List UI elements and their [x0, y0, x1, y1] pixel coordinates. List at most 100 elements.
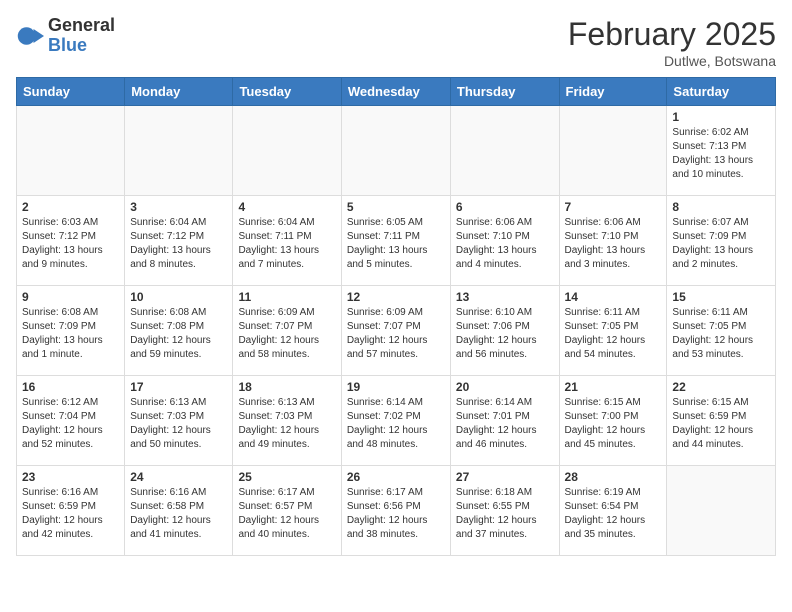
day-info: Sunrise: 6:13 AM Sunset: 7:03 PM Dayligh…: [238, 396, 335, 452]
calendar-table: SundayMondayTuesdayWednesdayThursdayFrid…: [16, 77, 776, 556]
page-header: General Blue February 2025 Dutlwe, Botsw…: [16, 16, 776, 69]
day-info: Sunrise: 6:11 AM Sunset: 7:05 PM Dayligh…: [565, 306, 662, 362]
day-number: 25: [238, 470, 335, 484]
calendar-cell: [341, 106, 450, 196]
day-info: Sunrise: 6:14 AM Sunset: 7:02 PM Dayligh…: [347, 396, 445, 452]
day-number: 12: [347, 290, 445, 304]
calendar-cell: 15Sunrise: 6:11 AM Sunset: 7:05 PM Dayli…: [667, 286, 776, 376]
day-of-week-header: Wednesday: [341, 78, 450, 106]
calendar-header-row: SundayMondayTuesdayWednesdayThursdayFrid…: [17, 78, 776, 106]
day-number: 27: [456, 470, 554, 484]
calendar-cell: 8 Sunrise: 6:07 AM Sunset: 7:09 PM Daylig…: [667, 196, 776, 286]
day-number: 2: [22, 200, 119, 214]
day-number: 4: [238, 200, 335, 214]
calendar-cell: 17 Sunrise: 6:13 AM Sunset: 7:03 PM Dayli…: [125, 376, 233, 466]
calendar-cell: 7 Sunrise: 6:06 AM Sunset: 7:10 PM Daylig…: [559, 196, 667, 286]
day-info: Sunrise: 6:03 AM Sunset: 7:12 PM Dayligh…: [22, 216, 119, 272]
day-of-week-header: Friday: [559, 78, 667, 106]
day-number: 3: [130, 200, 227, 214]
day-info: Sunrise: 6:13 AM Sunset: 7:03 PM Dayligh…: [130, 396, 227, 452]
day-of-week-header: Saturday: [667, 78, 776, 106]
day-number: 5: [347, 200, 445, 214]
calendar-cell: 18 Sunrise: 6:13 AM Sunset: 7:03 PM Dayli…: [233, 376, 341, 466]
calendar-cell: 9 Sunrise: 6:08 AM Sunset: 7:09 PM Daylig…: [17, 286, 125, 376]
day-number: 8: [672, 200, 770, 214]
day-info: Sunrise: 6:19 AM Sunset: 6:54 PM Dayligh…: [565, 486, 662, 542]
calendar-cell: [450, 106, 559, 196]
calendar-cell: 12Sunrise: 6:09 AM Sunset: 7:07 PM Dayli…: [341, 286, 450, 376]
day-number: 18: [238, 380, 335, 394]
calendar-cell: [559, 106, 667, 196]
day-number: 15: [672, 290, 770, 304]
logo-icon: [16, 22, 44, 50]
day-info: Sunrise: 6:04 AM Sunset: 7:11 PM Dayligh…: [238, 216, 335, 272]
day-number: 20: [456, 380, 554, 394]
day-info: Sunrise: 6:15 AM Sunset: 7:00 PM Dayligh…: [565, 396, 662, 452]
calendar-cell: 19 Sunrise: 6:14 AM Sunset: 7:02 PM Dayli…: [341, 376, 450, 466]
day-of-week-header: Sunday: [17, 78, 125, 106]
month-title: February 2025: [568, 16, 776, 53]
calendar-cell: [125, 106, 233, 196]
day-number: 19: [347, 380, 445, 394]
day-number: 6: [456, 200, 554, 214]
calendar-cell: [667, 466, 776, 556]
day-info: Sunrise: 6:17 AM Sunset: 6:56 PM Dayligh…: [347, 486, 445, 542]
day-info: Sunrise: 6:18 AM Sunset: 6:55 PM Dayligh…: [456, 486, 554, 542]
day-info: Sunrise: 6:14 AM Sunset: 7:01 PM Dayligh…: [456, 396, 554, 452]
day-number: 9: [22, 290, 119, 304]
day-info: Sunrise: 6:08 AM Sunset: 7:09 PM Dayligh…: [22, 306, 119, 362]
day-number: 7: [565, 200, 662, 214]
day-info: Sunrise: 6:12 AM Sunset: 7:04 PM Dayligh…: [22, 396, 119, 452]
day-number: 24: [130, 470, 227, 484]
day-number: 23: [22, 470, 119, 484]
day-info: Sunrise: 6:16 AM Sunset: 6:58 PM Dayligh…: [130, 486, 227, 542]
calendar-cell: 13 Sunrise: 6:10 AM Sunset: 7:06 PM Dayli…: [450, 286, 559, 376]
day-number: 11: [238, 290, 335, 304]
calendar-week-row: 1Sunrise: 6:02 AM Sunset: 7:13 PM Daylig…: [17, 106, 776, 196]
calendar-cell: 20 Sunrise: 6:14 AM Sunset: 7:01 PM Dayli…: [450, 376, 559, 466]
day-info: Sunrise: 6:17 AM Sunset: 6:57 PM Dayligh…: [238, 486, 335, 542]
calendar-cell: 28 Sunrise: 6:19 AM Sunset: 6:54 PM Dayli…: [559, 466, 667, 556]
day-number: 17: [130, 380, 227, 394]
day-of-week-header: Monday: [125, 78, 233, 106]
day-number: 28: [565, 470, 662, 484]
calendar-cell: 14 Sunrise: 6:11 AM Sunset: 7:05 PM Dayli…: [559, 286, 667, 376]
day-info: Sunrise: 6:04 AM Sunset: 7:12 PM Dayligh…: [130, 216, 227, 272]
calendar-cell: 16 Sunrise: 6:12 AM Sunset: 7:04 PM Dayli…: [17, 376, 125, 466]
calendar-cell: [233, 106, 341, 196]
calendar-cell: 21Sunrise: 6:15 AM Sunset: 7:00 PM Dayli…: [559, 376, 667, 466]
calendar-cell: 26 Sunrise: 6:17 AM Sunset: 6:56 PM Dayli…: [341, 466, 450, 556]
day-info: Sunrise: 6:05 AM Sunset: 7:11 PM Dayligh…: [347, 216, 445, 272]
calendar-cell: 2 Sunrise: 6:03 AM Sunset: 7:12 PM Daylig…: [17, 196, 125, 286]
calendar-cell: 11 Sunrise: 6:09 AM Sunset: 7:07 PM Dayli…: [233, 286, 341, 376]
day-info: Sunrise: 6:06 AM Sunset: 7:10 PM Dayligh…: [456, 216, 554, 272]
day-number: 16: [22, 380, 119, 394]
day-number: 10: [130, 290, 227, 304]
logo-text: General Blue: [48, 16, 115, 56]
day-number: 26: [347, 470, 445, 484]
calendar-cell: 3 Sunrise: 6:04 AM Sunset: 7:12 PM Daylig…: [125, 196, 233, 286]
day-info: Sunrise: 6:15 AM Sunset: 6:59 PM Dayligh…: [672, 396, 770, 452]
calendar-cell: 22Sunrise: 6:15 AM Sunset: 6:59 PM Dayli…: [667, 376, 776, 466]
day-number: 13: [456, 290, 554, 304]
logo: General Blue: [16, 16, 115, 56]
location: Dutlwe, Botswana: [568, 53, 776, 69]
day-info: Sunrise: 6:06 AM Sunset: 7:10 PM Dayligh…: [565, 216, 662, 272]
logo-blue: Blue: [48, 36, 115, 56]
day-info: Sunrise: 6:09 AM Sunset: 7:07 PM Dayligh…: [238, 306, 335, 362]
calendar-week-row: 9 Sunrise: 6:08 AM Sunset: 7:09 PM Daylig…: [17, 286, 776, 376]
calendar-cell: 1Sunrise: 6:02 AM Sunset: 7:13 PM Daylig…: [667, 106, 776, 196]
calendar-cell: 23Sunrise: 6:16 AM Sunset: 6:59 PM Dayli…: [17, 466, 125, 556]
day-info: Sunrise: 6:10 AM Sunset: 7:06 PM Dayligh…: [456, 306, 554, 362]
day-number: 14: [565, 290, 662, 304]
calendar-week-row: 23Sunrise: 6:16 AM Sunset: 6:59 PM Dayli…: [17, 466, 776, 556]
calendar-cell: 27 Sunrise: 6:18 AM Sunset: 6:55 PM Dayli…: [450, 466, 559, 556]
calendar-cell: 6 Sunrise: 6:06 AM Sunset: 7:10 PM Daylig…: [450, 196, 559, 286]
day-of-week-header: Tuesday: [233, 78, 341, 106]
day-info: Sunrise: 6:02 AM Sunset: 7:13 PM Dayligh…: [672, 126, 770, 182]
calendar-cell: 24 Sunrise: 6:16 AM Sunset: 6:58 PM Dayli…: [125, 466, 233, 556]
day-info: Sunrise: 6:07 AM Sunset: 7:09 PM Dayligh…: [672, 216, 770, 272]
calendar-cell: 4 Sunrise: 6:04 AM Sunset: 7:11 PM Daylig…: [233, 196, 341, 286]
calendar-week-row: 2 Sunrise: 6:03 AM Sunset: 7:12 PM Daylig…: [17, 196, 776, 286]
day-info: Sunrise: 6:08 AM Sunset: 7:08 PM Dayligh…: [130, 306, 227, 362]
